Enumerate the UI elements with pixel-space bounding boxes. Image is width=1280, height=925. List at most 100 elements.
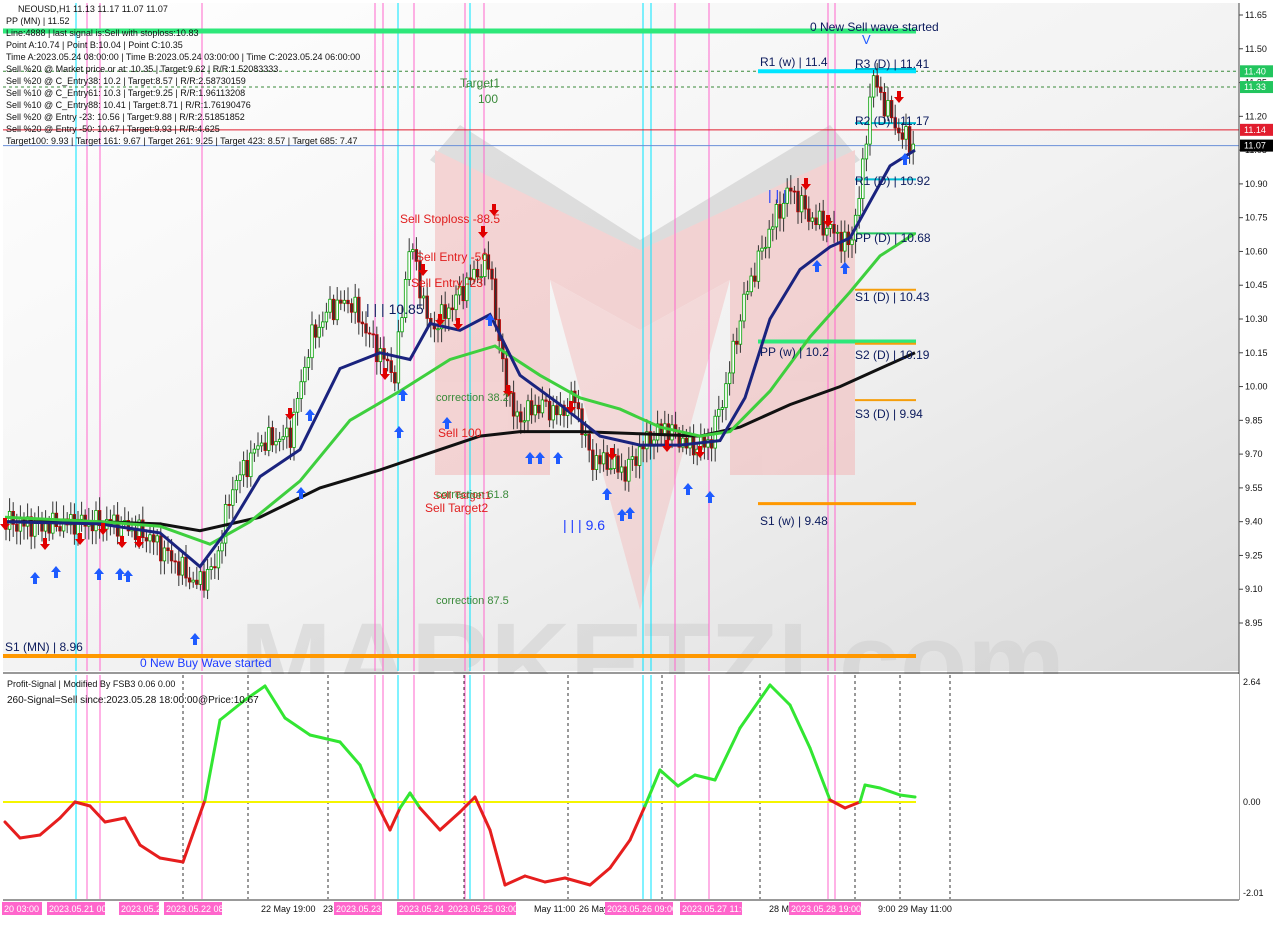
candle-body <box>357 296 361 323</box>
candle-body <box>576 402 581 410</box>
indicator-tick-top: 2.64 <box>1243 677 1261 687</box>
candle-body <box>295 398 300 413</box>
time-axis-label: 9:00 <box>878 904 896 914</box>
candle-body <box>33 523 37 537</box>
candle-body <box>634 456 638 466</box>
candle-body <box>875 75 879 88</box>
candle-body <box>522 420 527 423</box>
candle-body <box>249 452 253 478</box>
candle-body <box>619 466 624 473</box>
buy-wave-label: 0 New Buy Wave started <box>140 656 272 670</box>
candle-body <box>292 411 296 448</box>
candle-body <box>857 198 861 216</box>
candle-body <box>907 126 912 153</box>
candle-body <box>454 294 458 311</box>
time-axis: 20 03:00 2023.05.21 00:00 2023.05.21 13:00… <box>2 902 952 915</box>
candle-body <box>900 132 905 140</box>
candle-body <box>151 534 156 543</box>
candle-body <box>796 190 800 213</box>
candle-body <box>360 321 365 325</box>
candle-body <box>598 455 602 465</box>
candle-body <box>43 523 48 532</box>
level-s1mn: S1 (MN) | 8.96 <box>5 640 83 654</box>
candle-body <box>79 514 84 520</box>
price-tick-label: 10.30 <box>1245 314 1268 324</box>
candle-body <box>371 333 375 336</box>
candle-body <box>555 405 559 416</box>
time-axis-label: 29 May 11:00 <box>898 904 952 914</box>
sell-100-label: Sell 100 <box>438 426 482 440</box>
candle-body <box>321 321 325 328</box>
level-r2d: R2 (D) | 11.17 <box>855 114 930 128</box>
candle-body <box>252 448 257 454</box>
candle-body <box>594 455 599 470</box>
candle-body <box>256 445 260 450</box>
candle-body <box>627 458 631 482</box>
price-badge-label: 11.14 <box>1244 125 1266 135</box>
time-axis-label: May 11:00 <box>534 904 575 914</box>
indicator-tick-zero: 0.00 <box>1243 797 1261 807</box>
candle-body <box>803 195 807 210</box>
candle-body <box>342 299 347 304</box>
candle-body <box>349 303 354 313</box>
indicator-name: Profit-Signal | Modified By FSB3 0.06 0.… <box>7 679 175 689</box>
candle-body <box>742 293 746 322</box>
candle-body <box>191 579 195 583</box>
candle-body <box>310 324 314 359</box>
wave-low-label: | | | 9.6 <box>563 517 605 533</box>
price-tick-label: 11.50 <box>1245 44 1267 54</box>
candle-body <box>623 466 627 482</box>
candle-body <box>15 523 19 532</box>
candle-body <box>367 332 372 335</box>
candle-body <box>385 358 390 362</box>
candle-body <box>220 542 224 552</box>
candle-body <box>616 455 620 473</box>
sell-entry-50-label: Sell Entry -50 <box>416 250 488 264</box>
candle-body <box>313 324 318 338</box>
candle-body <box>213 566 217 569</box>
indicator-tick-bottom: -2.01 <box>1243 888 1264 898</box>
info-line: Sell %10 @ C_Entry61: 10.3 | Target:9.25… <box>6 88 246 98</box>
candle-body <box>184 556 188 579</box>
correction-38-label: correction 38.2 <box>436 392 509 404</box>
candle-body <box>551 405 555 421</box>
candle-body <box>339 299 343 304</box>
candle-body <box>241 460 246 476</box>
price-tick-label: 10.00 <box>1245 382 1268 392</box>
candle-body <box>306 357 311 368</box>
candle-body <box>835 231 840 234</box>
candle-body <box>850 239 854 246</box>
candle-body <box>285 427 289 438</box>
candle-body <box>670 424 674 441</box>
candle-body <box>735 340 739 345</box>
candle-body <box>144 537 149 542</box>
candle-body <box>540 399 545 414</box>
indicator-signal: 260-Signal=Sell since:2023.05.28 18:00:0… <box>7 695 259 706</box>
candle-body <box>771 226 775 230</box>
candle-body <box>447 307 451 319</box>
candle-body <box>277 438 282 442</box>
candle-body <box>270 427 275 446</box>
candle-body <box>637 446 642 466</box>
candle-body <box>763 246 768 249</box>
candle-body <box>756 250 761 282</box>
correction-87-label: correction 87.5 <box>436 595 509 607</box>
time-axis-label: 2023.05.25 03:00 <box>448 904 518 914</box>
candle-body <box>162 547 167 562</box>
time-axis-label: 2023.05.23 20:00 <box>336 904 406 914</box>
candle-body <box>238 474 242 481</box>
price-tick-label: 10.60 <box>1245 246 1268 256</box>
candle-body <box>231 489 235 506</box>
candle-body <box>177 561 181 576</box>
candle-body <box>353 296 357 313</box>
candle-body <box>630 456 635 460</box>
time-axis-label: 2023.05.26 09:00 <box>607 904 677 914</box>
chart-window: MARKETZI.com R1 (w) | 11.4 R3 (D) | 11.4… <box>0 0 1280 920</box>
time-axis-label: 20 03:00 <box>4 904 39 914</box>
candle-body <box>421 295 426 299</box>
price-tick-label: 9.40 <box>1245 517 1263 527</box>
info-line: Sell %10 @ C_Entry88: 10.41 | Target:8.7… <box>6 100 251 110</box>
candle-body <box>789 187 793 192</box>
level-r1d: R1 (D) | 10.92 <box>855 174 930 188</box>
price-tick-label: 8.95 <box>1245 618 1263 628</box>
